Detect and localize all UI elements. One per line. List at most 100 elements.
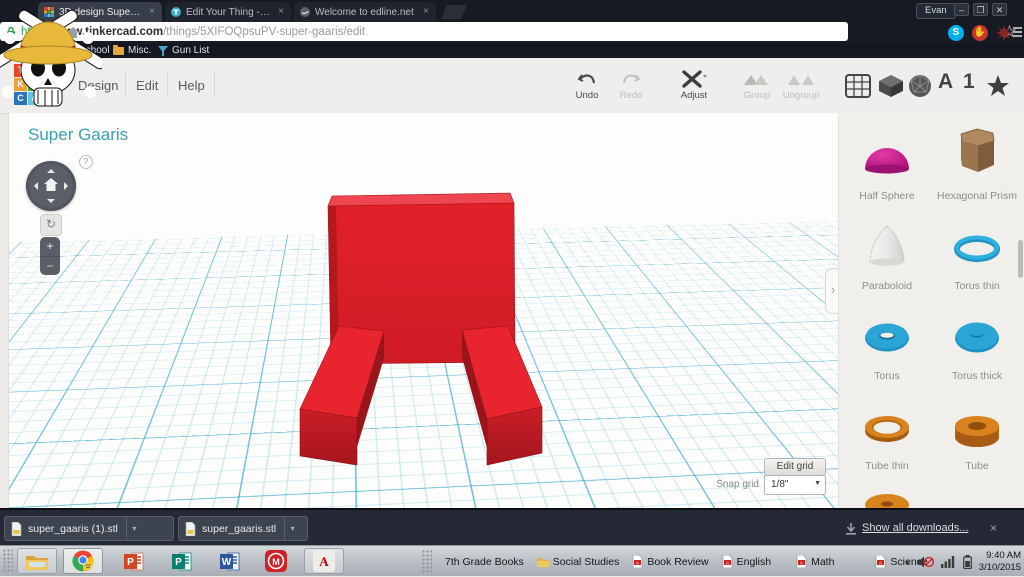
tab-close-icon[interactable]: ×	[277, 7, 285, 17]
browser-profile-button[interactable]: Evan	[916, 3, 956, 19]
tab-close-icon[interactable]: ×	[422, 7, 430, 17]
chrome-taskbar-button[interactable]	[63, 548, 103, 574]
taskbar-link-social-studies[interactable]: Social Studies	[537, 556, 620, 568]
adobe-reader-taskbar-button[interactable]: A	[304, 548, 344, 574]
shape-torus-thin[interactable]: Torus thin	[935, 221, 1019, 292]
skype-extension-icon[interactable]: S	[948, 25, 964, 41]
menu-help[interactable]: Help	[178, 78, 205, 93]
download-item[interactable]: super_gaaris.stl ▾	[178, 516, 308, 541]
undo-icon	[577, 71, 597, 87]
pdf-file-icon: A	[796, 555, 807, 568]
taskbar-link-english[interactable]: A English	[722, 555, 771, 568]
chrome-icon	[71, 549, 95, 573]
adblock-extension-icon[interactable]: ✋	[972, 25, 988, 41]
powerpoint-taskbar-button[interactable]: P	[114, 548, 154, 574]
volume-muted-icon[interactable]	[917, 555, 934, 569]
taskbar-link-book-review[interactable]: A Book Review	[632, 555, 708, 568]
tab-edline[interactable]: Welcome to edline.net ×	[294, 2, 436, 22]
zoom-out-button[interactable]: −	[40, 257, 60, 275]
home-view-icon[interactable]	[43, 177, 59, 192]
star-category-icon[interactable]	[986, 74, 1010, 98]
shape-tube-thin[interactable]: Tube thin	[845, 401, 929, 472]
publisher-taskbar-button[interactable]: P	[162, 548, 202, 574]
show-all-downloads-link[interactable]: Show all downloads...	[862, 522, 968, 534]
snap-grid-value: 1/8"	[771, 479, 788, 490]
half-sphere-shape-icon	[859, 131, 915, 183]
word-taskbar-button[interactable]: W	[210, 548, 250, 574]
tube-partial-shape-icon	[859, 491, 915, 508]
design-canvas[interactable]: Super Gaaris ? ↻ + − Edit grid Snap grid…	[8, 113, 838, 508]
battery-icon[interactable]	[963, 555, 972, 569]
zoom-control[interactable]: + −	[40, 237, 60, 275]
windows-taskbar: P P W M A 7th Grade Books Social Studies…	[0, 545, 1024, 576]
rotate-up-arrow[interactable]	[47, 165, 55, 173]
workplane-category-icon[interactable]	[845, 74, 871, 98]
tray-chevron-icon[interactable]: ▴	[906, 557, 910, 566]
shape-half-sphere[interactable]: Half Sphere	[845, 131, 929, 202]
new-tab-button[interactable]	[441, 5, 467, 19]
explorer-folder-icon	[25, 552, 49, 571]
chevron-down-icon: ▼	[814, 480, 821, 487]
panel-collapse-handle[interactable]: ›	[825, 268, 838, 314]
window-close-button[interactable]: ✕	[992, 3, 1007, 16]
extension-starburst-icon[interactable]	[996, 25, 1012, 41]
tab-title: Edit Your Thing - Thingiv	[186, 7, 272, 18]
folder-icon	[113, 47, 124, 55]
rotate-left-arrow[interactable]	[30, 182, 38, 190]
view-compass[interactable]	[26, 161, 76, 211]
geodesic-category-icon[interactable]	[908, 74, 932, 98]
menu-edit[interactable]: Edit	[136, 78, 158, 93]
sidebar-scrollbar-thumb[interactable]	[1018, 240, 1023, 278]
shape-torus[interactable]: Torus	[845, 311, 929, 382]
shape-torus-thick[interactable]: Torus thick	[935, 311, 1019, 382]
tab-thingiverse[interactable]: Edit Your Thing - Thingiv ×	[165, 2, 291, 22]
rotate-down-arrow[interactable]	[47, 199, 55, 207]
tube-shape-icon	[949, 401, 1005, 453]
adobe-reader-icon: A	[313, 550, 335, 572]
shape-paraboloid[interactable]: Paraboloid	[845, 221, 929, 292]
downloads-bar-close-icon[interactable]: ×	[990, 521, 997, 535]
browser-menu-icon[interactable]	[1013, 27, 1022, 39]
svg-text:A: A	[800, 560, 803, 565]
number-category-icon[interactable]: 1	[963, 70, 975, 94]
clock-date: 3/10/2015	[979, 562, 1021, 574]
toolbar-grip[interactable]	[422, 550, 432, 574]
download-caret-icon[interactable]: ▾	[126, 517, 142, 540]
adjust-button[interactable]: Adjust	[668, 68, 720, 101]
zoom-in-button[interactable]: +	[40, 237, 60, 257]
window-restore-button[interactable]: ❐	[973, 3, 988, 16]
rotate-right-arrow[interactable]	[64, 182, 72, 190]
svg-text:M: M	[272, 557, 280, 567]
network-signal-icon[interactable]	[941, 555, 956, 568]
torus-thin-shape-icon	[949, 221, 1005, 273]
shape-tube[interactable]: Tube	[935, 401, 1019, 472]
ungroup-button[interactable]: Ungroup	[775, 68, 827, 101]
window-minimize-button[interactable]: –	[954, 3, 969, 16]
adjust-tools-icon	[681, 70, 707, 88]
bookmark-misc[interactable]: Misc.	[113, 45, 151, 56]
edit-grid-button[interactable]: Edit grid	[764, 458, 826, 476]
taskbar-link-7th-grade-books[interactable]: 7th Grade Books	[445, 556, 524, 568]
box-category-icon[interactable]	[878, 74, 904, 98]
folder-icon	[537, 556, 549, 567]
explorer-taskbar-button[interactable]	[17, 548, 57, 574]
shape-hexagonal-prism[interactable]: Hexagonal Prism	[935, 125, 1019, 202]
download-caret-icon[interactable]: ▾	[284, 517, 300, 540]
tab-close-icon[interactable]: ×	[148, 7, 156, 17]
bookmark-gun-list[interactable]: Gun List	[158, 45, 209, 56]
text-category-icon[interactable]: A	[938, 70, 953, 94]
fit-view-button[interactable]: ↻	[40, 214, 62, 236]
svg-text:W: W	[222, 557, 232, 568]
taskbar-link-math[interactable]: A Math	[796, 555, 834, 568]
download-item[interactable]: super_gaaris (1).stl ▾	[4, 516, 174, 541]
taskbar-clock[interactable]: 9:40 AM 3/10/2015	[979, 550, 1021, 574]
snap-grid-select[interactable]: 1/8" ▼	[764, 475, 826, 495]
model-super-gaaris[interactable]	[9, 113, 838, 508]
address-bar[interactable]: https://www.tinkercad.com/things/5XIFOQp…	[0, 22, 848, 41]
taskbar-grip[interactable]	[3, 549, 13, 573]
shape-partial-next-row[interactable]	[845, 491, 929, 508]
redo-button[interactable]: Redo	[605, 68, 657, 101]
tube-thin-shape-icon	[859, 401, 915, 453]
makerbot-taskbar-button[interactable]: M	[256, 548, 296, 574]
help-bubble[interactable]: ?	[79, 155, 93, 169]
